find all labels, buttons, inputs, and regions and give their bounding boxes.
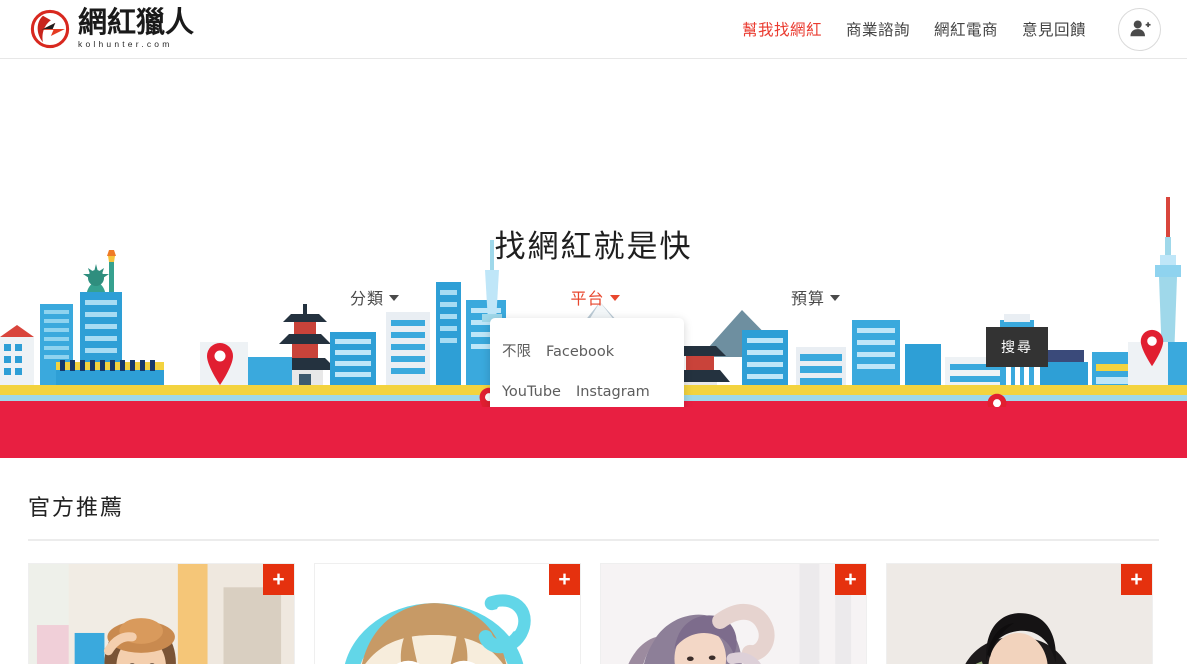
recommend-card-woman-with-flowers[interactable]: + [886, 563, 1153, 664]
official-recommend-section: 官方推薦 + + + + [0, 458, 1187, 664]
recommend-card-woman-with-hat[interactable]: + [28, 563, 295, 664]
platform-option-youtube[interactable]: YouTube [502, 372, 561, 407]
card-thumbnail [315, 564, 580, 664]
filter-platform[interactable]: 平台 [570, 285, 620, 309]
section-title: 官方推薦 [28, 496, 125, 521]
chevron-down-icon [389, 295, 400, 301]
platform-option-any[interactable]: 不限 [502, 332, 531, 372]
nav-item-find-kol[interactable]: 幫我找網紅 [742, 18, 822, 40]
add-card-button[interactable]: + [549, 564, 580, 595]
filter-category[interactable]: 分類 [350, 285, 400, 309]
person-add-icon [1129, 20, 1151, 37]
logo-name-en: kolhunter.com [78, 39, 173, 50]
chevron-down-icon [609, 295, 620, 301]
search-button[interactable]: 搜尋 [986, 327, 1048, 367]
filter-category-label: 分類 [350, 289, 385, 308]
search-filters: 分類 平台 預算 [350, 285, 840, 309]
recommend-card-woman-hands-in-hair[interactable]: + [600, 563, 867, 664]
filter-platform-label: 平台 [570, 289, 605, 308]
site-header: 網紅獵人 kolhunter.com 幫我找網紅 商業諮詢 網紅電商 意見回饋 [0, 0, 1187, 59]
main-nav: 幫我找網紅 商業諮詢 網紅電商 意見回饋 [742, 7, 1161, 51]
filter-budget-label: 預算 [790, 289, 825, 308]
card-thumbnail [601, 564, 866, 664]
platform-option-instagram[interactable]: Instagram [576, 372, 650, 407]
signup-avatar-button[interactable] [1118, 7, 1161, 51]
nav-item-business-consult[interactable]: 商業諮詢 [846, 18, 910, 40]
map-pin-icon [1140, 329, 1164, 367]
kol-hunter-logo-icon [30, 9, 70, 49]
recommend-card-cartoon-avatar[interactable]: + [314, 563, 581, 664]
platform-option-facebook[interactable]: Facebook [546, 332, 614, 372]
hero-section: 找網紅就是快 分類 平台 預算 搜尋 熱門關鍵字 蔡阿嘎 不限 Facebook… [0, 59, 1187, 407]
add-card-button[interactable]: + [1121, 564, 1152, 595]
section-divider [28, 539, 1159, 541]
recommend-card-list: + + + + [28, 563, 1159, 664]
red-banner-strip [0, 407, 1187, 458]
nav-item-feedback[interactable]: 意見回饋 [1022, 18, 1086, 40]
add-card-button[interactable]: + [263, 564, 294, 595]
card-thumbnail [887, 564, 1152, 664]
nav-item-kol-ecommerce[interactable]: 網紅電商 [934, 18, 998, 40]
site-logo[interactable]: 網紅獵人 kolhunter.com [28, 7, 194, 51]
filter-budget[interactable]: 預算 [791, 285, 840, 309]
logo-name-cn: 網紅獵人 [78, 5, 195, 40]
chevron-down-icon [829, 295, 840, 301]
page-title: 找網紅就是快 [494, 229, 693, 265]
logo-text: 網紅獵人 kolhunter.com [78, 5, 195, 50]
add-card-button[interactable]: + [835, 564, 866, 595]
platform-dropdown-panel: 不限 Facebook YouTube Instagram Twitch Tik… [490, 318, 684, 407]
card-thumbnail [29, 564, 294, 664]
